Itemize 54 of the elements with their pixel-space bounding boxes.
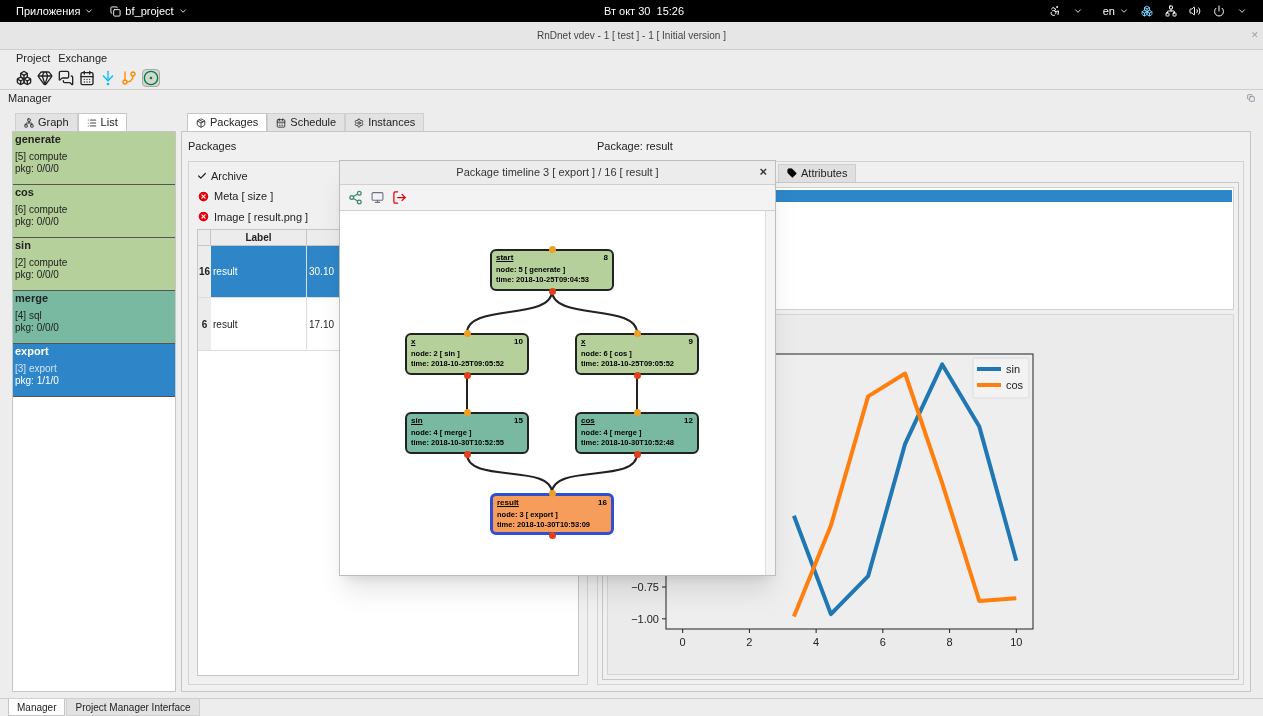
node-title: sin [411, 416, 423, 426]
node-type: [4] sql [15, 310, 43, 322]
section-title: Packages [188, 139, 238, 154]
y-tick: −0.75 [631, 580, 667, 593]
legend-label: sin [1006, 362, 1021, 375]
node-title: x [581, 337, 586, 347]
y-tick: −1.00 [631, 612, 667, 625]
node-number: 12 [684, 416, 693, 426]
node-title: cos [581, 416, 595, 426]
section-title: Package: result [597, 139, 674, 154]
node-name: cos [15, 185, 35, 200]
node-packages: pkg: 0/0/0 [15, 269, 60, 281]
x-tick-label: 6 [879, 635, 886, 648]
node-name: generate [15, 132, 62, 147]
x-tick-label: 0 [679, 635, 686, 648]
y-tick-label: −1.00 [631, 612, 659, 625]
node-name: sin [15, 238, 32, 253]
node-type: [6] compute [15, 204, 69, 216]
table-cell: result [211, 246, 307, 297]
window-title: RnDnet vdev - 1 [ test ] - 1 [ Initial version ] [537, 29, 726, 43]
node-type: [3] export [15, 363, 58, 375]
node-number: 8 [603, 253, 608, 263]
node-number: 16 [598, 498, 607, 508]
x-tick: 2 [746, 628, 753, 648]
node-type: [2] compute [15, 257, 69, 269]
node-number: 9 [688, 337, 693, 347]
dialog-title: Package timeline 3 [ export ] / 16 [ result ] [456, 165, 659, 181]
node-name: merge [15, 291, 50, 306]
node-packages: pkg: 1/1/0 [15, 375, 60, 387]
node-title: result [497, 498, 519, 508]
row-number: 16 [198, 246, 211, 297]
node-packages: pkg: 0/0/0 [15, 322, 60, 334]
panel-title: Manager [8, 90, 52, 106]
x-tick: 8 [946, 628, 953, 648]
node-packages: pkg: 0/0/0 [15, 216, 60, 228]
x-tick: 4 [813, 628, 820, 648]
x-tick: 6 [879, 628, 886, 648]
x-tick-label: 2 [746, 635, 753, 648]
y-tick-label: −0.75 [631, 580, 659, 593]
node-name: export [15, 344, 50, 359]
table-cell: result [211, 298, 307, 350]
row-number: 6 [198, 298, 211, 350]
x-tick: 0 [679, 628, 686, 648]
node-type: [5] compute [15, 151, 69, 163]
x-tick-label: 10 [1010, 635, 1023, 648]
node-title: x [411, 337, 416, 347]
node-number: 10 [514, 337, 523, 347]
node-title: start [496, 253, 514, 263]
x-tick-label: 8 [946, 635, 953, 648]
x-tick: 10 [1010, 628, 1023, 648]
node-number: 15 [514, 416, 523, 426]
legend-label: cos [1006, 378, 1024, 391]
x-tick-label: 4 [813, 635, 820, 648]
node-packages: pkg: 0/0/0 [15, 163, 60, 175]
